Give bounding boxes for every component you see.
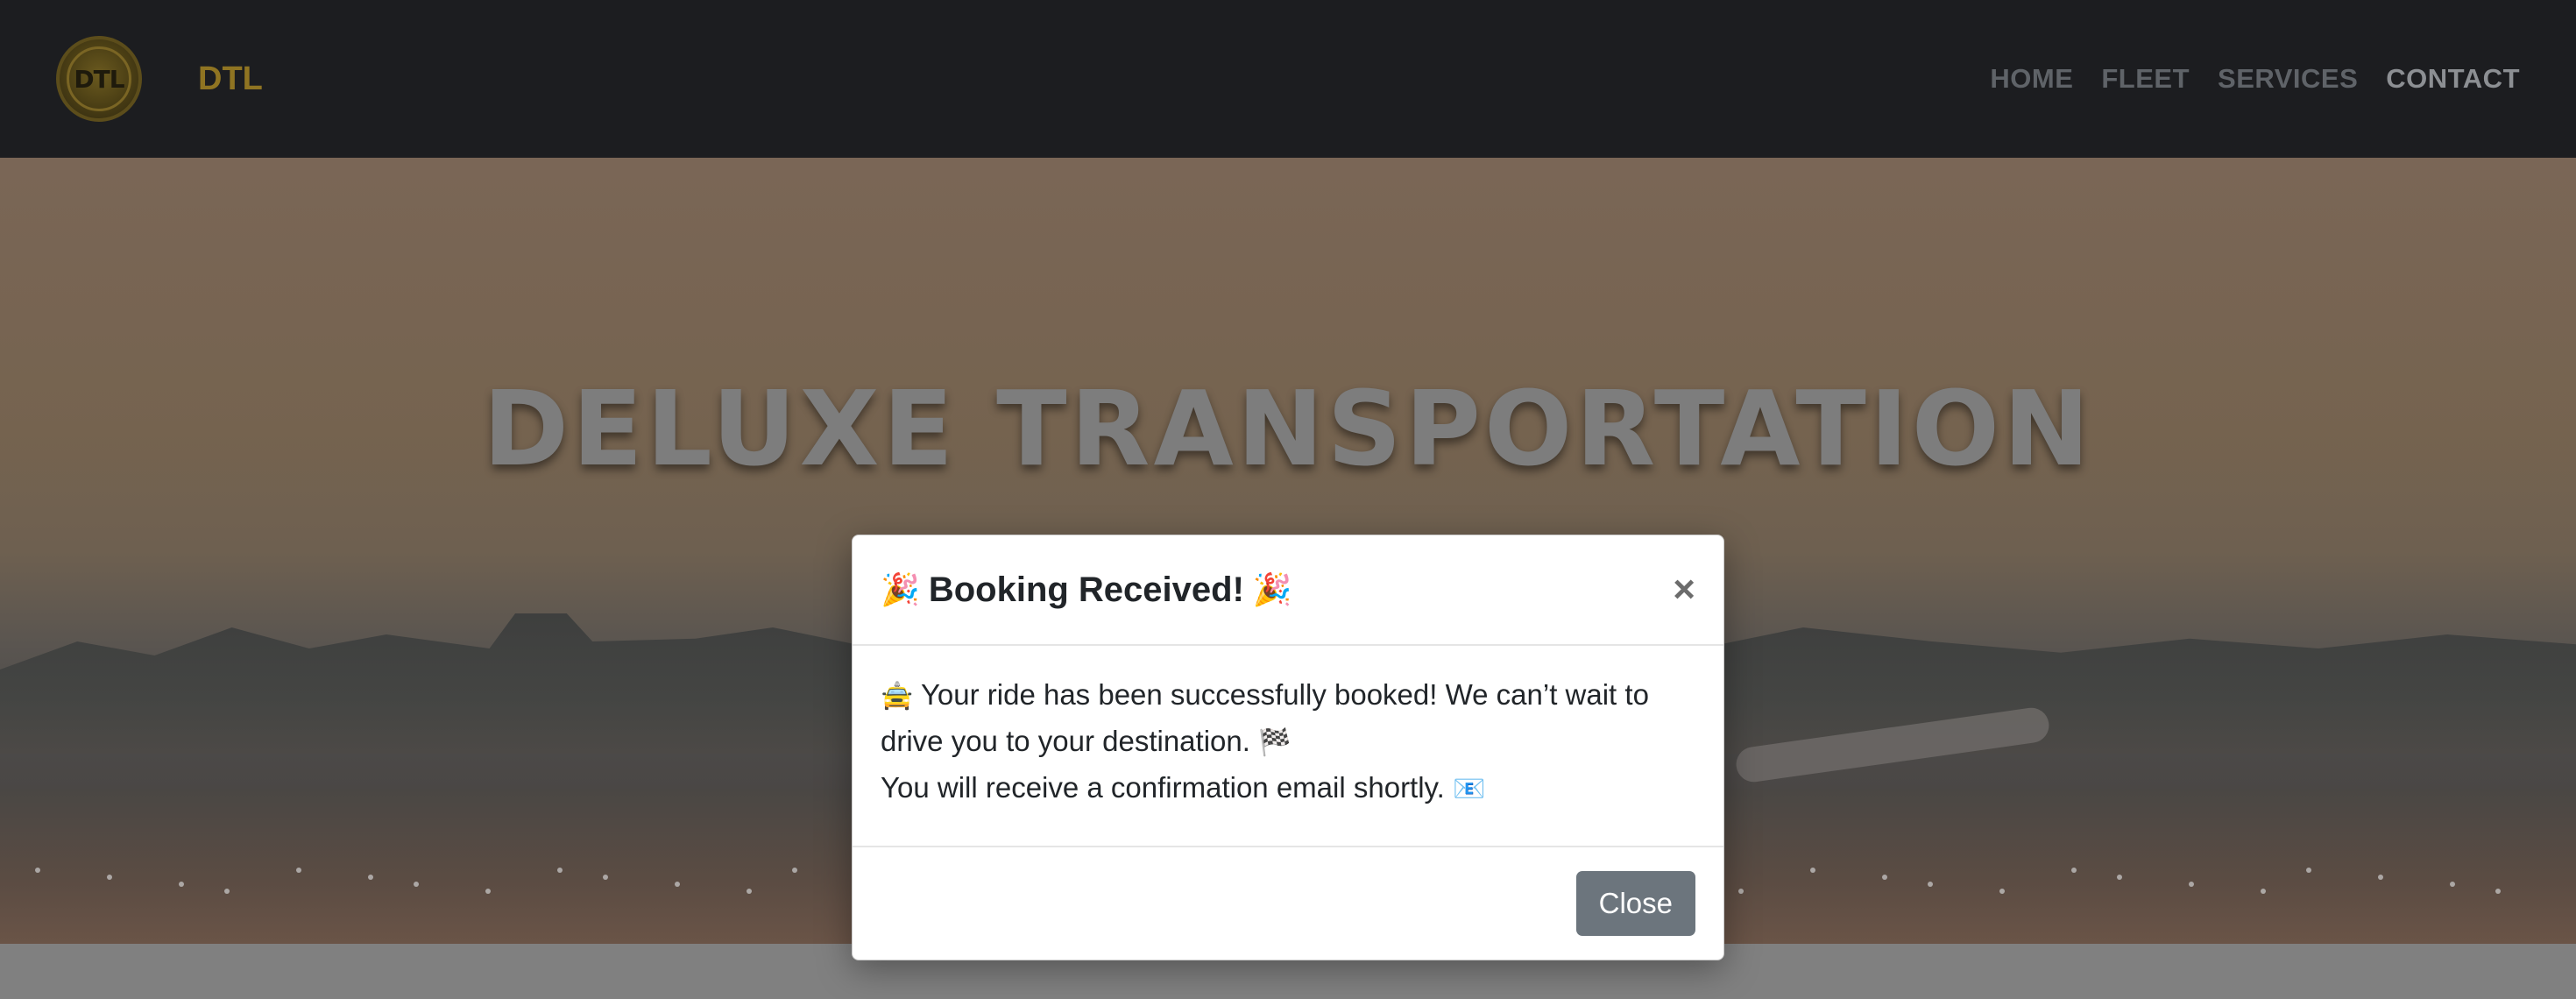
modal-title-text: Booking Received! — [928, 570, 1244, 609]
confirmation-message: You will receive a confirmation email sh… — [881, 765, 1695, 811]
confirmation-message-text: You will receive a confirmation email sh… — [881, 771, 1445, 804]
modal-body: 🚖 Your ride has been successfully booked… — [853, 646, 1723, 847]
close-button[interactable]: Close — [1575, 871, 1695, 936]
checkered-flag-icon: 🏁 — [1258, 727, 1292, 758]
modal-header: 🎉 Booking Received! 🎉 × — [853, 535, 1723, 646]
party-popper-icon: 🎉 — [881, 572, 920, 608]
booking-message: 🚖 Your ride has been successfully booked… — [881, 672, 1695, 765]
modal-title: 🎉 Booking Received! 🎉 — [881, 570, 1292, 610]
booking-modal: 🎉 Booking Received! 🎉 × 🚖 Your ride has … — [852, 535, 1724, 960]
modal-footer: Close — [853, 847, 1723, 960]
email-icon: 📧 — [1452, 774, 1486, 804]
taxi-icon: 🚖 — [881, 681, 914, 712]
close-icon[interactable]: × — [1673, 570, 1695, 609]
party-popper-icon: 🎉 — [1252, 572, 1292, 608]
